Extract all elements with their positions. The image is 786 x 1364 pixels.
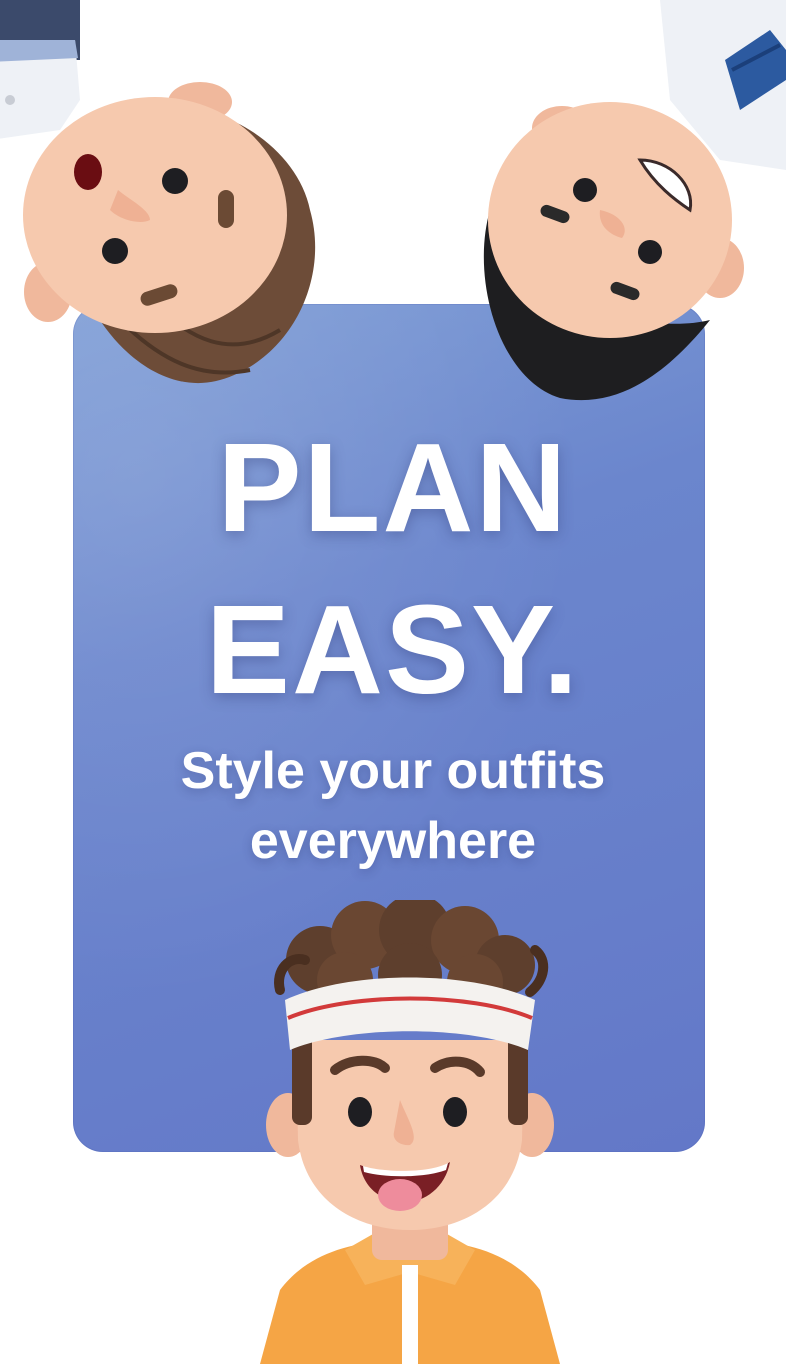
curly-hair-avatar-icon [260,900,560,1364]
headline-line-1: PLAN [217,417,569,558]
subtitle-line-1: Style your outfits [180,742,606,800]
subtitle-line-2: everywhere [249,812,537,870]
man-avatar-icon [470,0,786,405]
headline-line-2: EASY. [205,579,581,720]
woman-avatar-icon [0,0,330,410]
subtitle: Style your outfits everywhere [0,736,786,876]
